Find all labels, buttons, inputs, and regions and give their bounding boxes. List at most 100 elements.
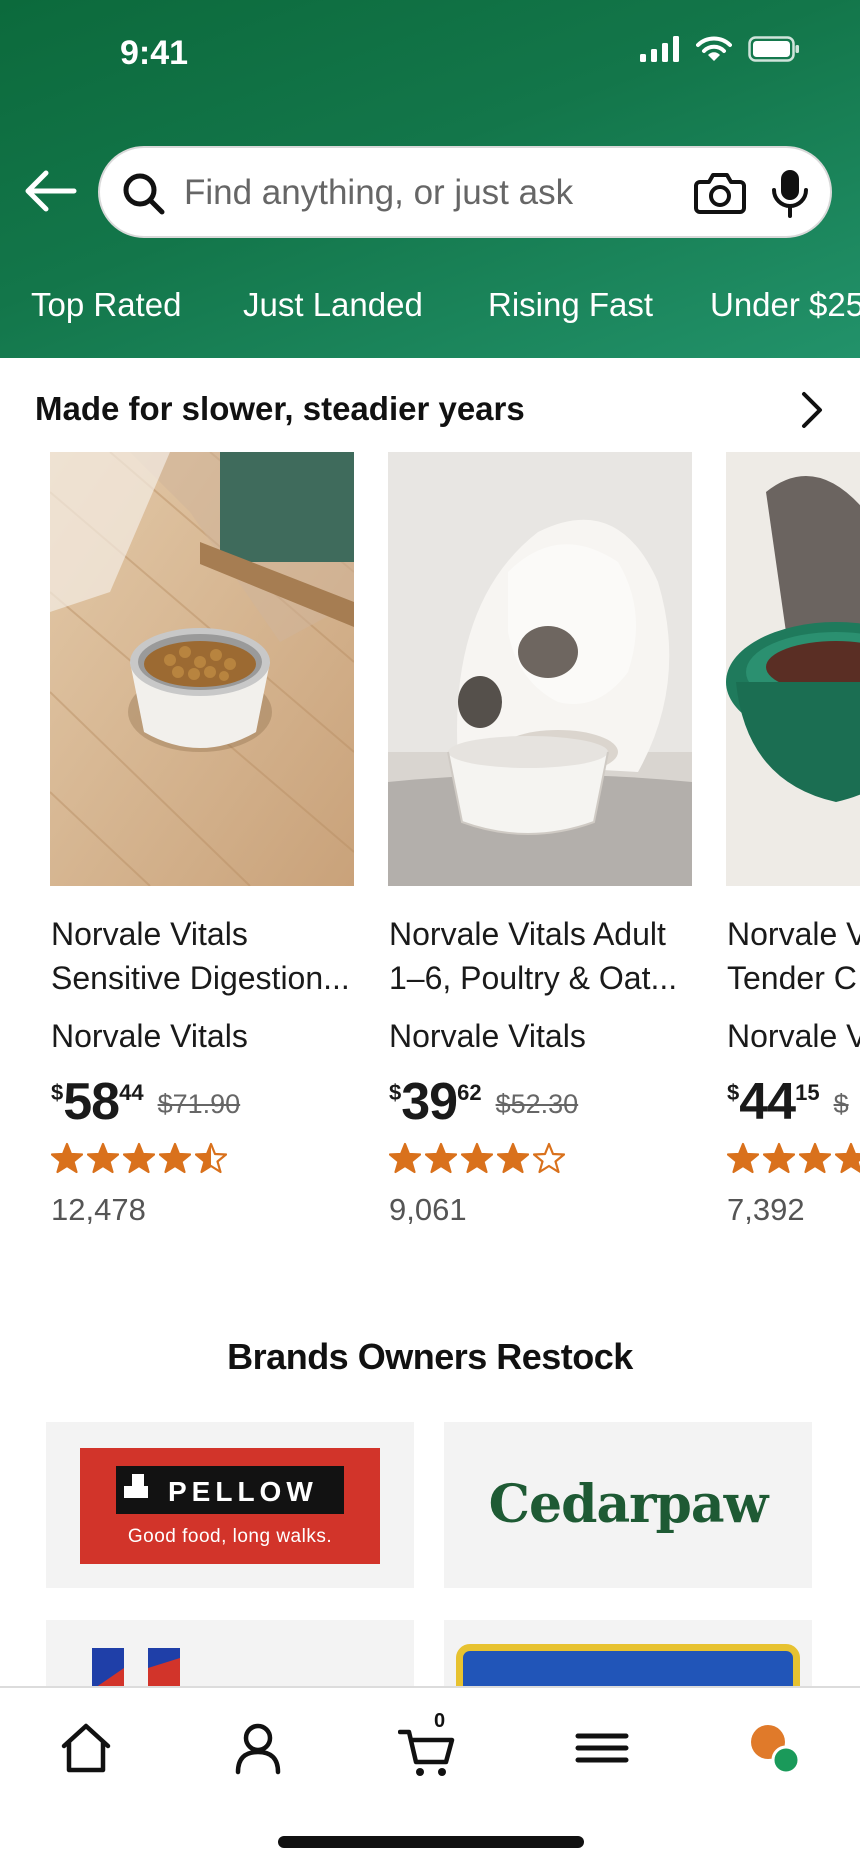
product-name-line1: Norvale Vitals [51,916,248,952]
product-name-line1: Norvale Vitals Adult [389,916,666,952]
home-indicator [278,1836,584,1848]
pellow-mark-icon [124,1474,148,1498]
search-input[interactable] [184,166,774,220]
menu-icon [575,1733,629,1763]
review-count: 9,061 [389,1192,467,1227]
review-count: 12,478 [51,1192,146,1227]
star-full-icon [51,1142,83,1174]
product-brand: Norvale V [727,1018,860,1054]
star-full-icon [123,1142,155,1174]
nav-account[interactable] [230,1720,286,1781]
star-rating [51,1142,227,1178]
price-original: $ [833,1089,849,1119]
price-original: $71.90 [157,1089,241,1119]
camera-icon[interactable] [694,170,746,216]
tab-just-landed[interactable]: Just Landed [243,286,423,324]
product-name: Norvale Vitals Adult 1–6, Poultry & Oat.… [389,912,689,1000]
price-cents: 62 [457,1080,482,1105]
star-rating [727,1142,860,1178]
star-half-icon [195,1142,227,1174]
product-price: $5844 $71.90 [51,1072,240,1132]
product-card[interactable]: Norvale Vitals Sensitive Digestion... No… [50,452,354,1242]
product-name-line1: Norvale V [727,916,860,952]
brand-logo-blue-box [456,1644,800,1690]
product-name-text: 1–6, Poultry & Oat [389,960,651,996]
status-icons [640,36,800,62]
brands-section-title: Brands Owners Restock [227,1336,633,1377]
back-button[interactable] [22,166,78,216]
star-full-icon [727,1142,759,1174]
brand-tile-pellow[interactable]: PELLOW Good food, long walks. [46,1422,414,1588]
pellow-tagline: Good food, long walks. [127,1526,333,1547]
price-currency: $ [51,1080,64,1105]
star-full-icon [389,1142,421,1174]
star-full-icon [159,1142,191,1174]
price-dollars: 58 [63,1073,120,1131]
signal-icon [640,36,679,62]
tab-rising-fast[interactable]: Rising Fast [488,286,653,324]
price-currency: $ [389,1080,402,1105]
brand-tile-4[interactable] [444,1620,812,1690]
app-header: 9:41 Find anything, or just ask Top Rate… [0,0,860,358]
assistant-icon [751,1725,801,1775]
chevron-right-icon[interactable] [796,390,826,430]
product-name-text: Sensitive Digestion [51,960,324,996]
star-rating [389,1142,565,1178]
price-dollars: 44 [739,1073,796,1131]
microphone-icon[interactable] [770,168,810,220]
brand-tile-cedarpaw[interactable]: Cedarpaw [444,1422,812,1588]
product-image [50,452,354,886]
product-card[interactable]: Norvale Vitals Adult 1–6, Poultry & Oat.… [388,452,692,1242]
product-image [726,452,860,886]
nav-cart[interactable]: 0 [397,1710,458,1785]
star-full-icon [497,1142,529,1174]
product-name-line2: Tender C [727,960,857,996]
pellow-logo: PELLOW Good food, long walks. [80,1448,380,1564]
review-count: 7,392 [727,1192,805,1227]
product-name-line2: 1–6, Poultry & Oat... [389,960,678,996]
brand-tile-3[interactable] [46,1620,414,1690]
battery-icon [748,36,799,62]
star-full-icon [425,1142,457,1174]
cart-icon [397,1729,455,1776]
brand-logo-flag-icon [92,1648,180,1690]
price-cents: 15 [795,1080,820,1105]
status-time: 9:41 [120,34,189,72]
star-empty-icon [533,1142,565,1174]
price-currency: $ [727,1080,740,1105]
nav-home[interactable] [58,1720,114,1781]
back-arrow-icon [25,170,77,212]
product-card[interactable]: Norvale V Tender C Norvale V $4415 $ 7,39… [726,452,860,1242]
product-brand: Norvale Vitals [389,1018,586,1054]
search-box[interactable] [98,146,832,238]
pellow-wordmark: PELLOW [168,1476,318,1507]
star-full-icon [763,1142,795,1174]
product-name: Norvale Vitals Sensitive Digestion... [51,912,351,1000]
wifi-icon [696,36,732,61]
status-bar: 9:41 [0,0,860,110]
cart-count-badge: 0 [434,1710,446,1732]
pellow-logo-bar: PELLOW [116,1466,344,1514]
price-dollars: 39 [401,1073,458,1131]
product-name-line2: Sensitive Digestion... [51,960,350,996]
product-carousel: Norvale Vitals Sensitive Digestion... No… [0,452,860,1252]
product-name: Norvale V Tender C [727,912,860,1000]
tab-top-rated[interactable]: Top Rated [31,286,181,324]
account-icon [235,1723,281,1775]
star-full-icon [87,1142,119,1174]
nav-menu[interactable] [574,1720,630,1781]
search-icon [123,173,165,215]
product-price: $3962 $52.30 [389,1072,578,1132]
section-title: Made for slower, steadier years [35,390,525,427]
product-image [388,452,692,886]
home-icon [61,1723,111,1773]
star-full-icon [461,1142,493,1174]
nav-assistant[interactable] [746,1720,802,1781]
price-cents: 44 [119,1080,144,1105]
star-full-icon [835,1142,860,1174]
product-brand: Norvale Vitals [51,1018,248,1054]
tab-under-25[interactable]: Under $25 [710,286,860,324]
product-price: $4415 $ [727,1072,849,1132]
search-row [0,146,860,238]
cedarpaw-wordmark: Cedarpaw [488,1474,769,1535]
